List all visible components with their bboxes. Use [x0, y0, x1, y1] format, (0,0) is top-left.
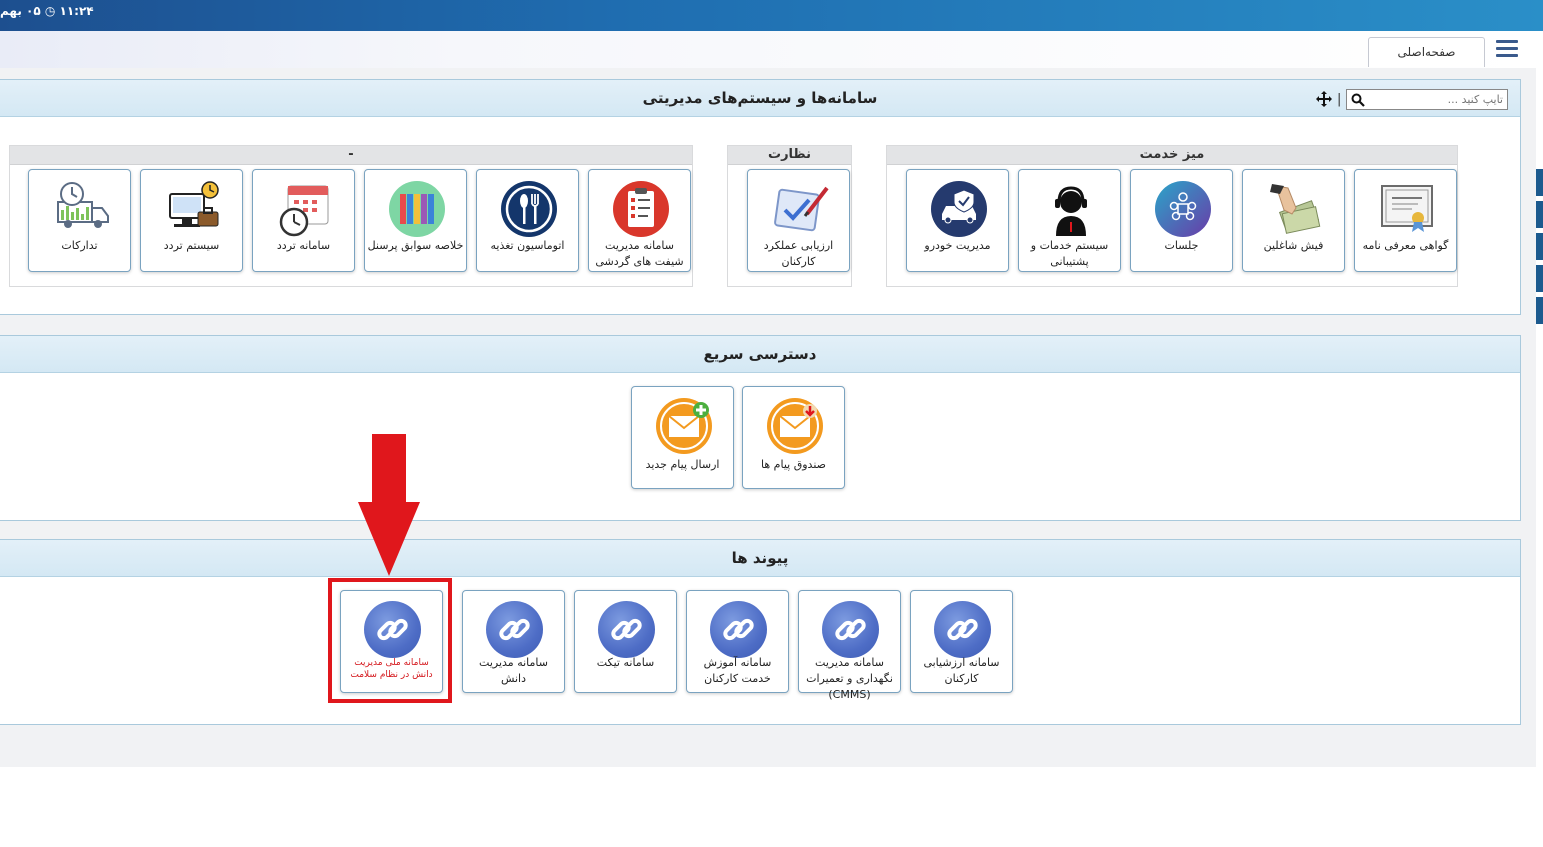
search-box[interactable]	[1346, 89, 1508, 110]
meeting-icon	[1155, 181, 1211, 237]
tile-label: سیستم خدمات و پشتیبانی	[1030, 239, 1109, 268]
tile-label: سیستم تردد	[163, 239, 220, 252]
tile-performance[interactable]: ارزیابی عملکرد کارکنان	[747, 169, 850, 272]
clipboard-icon	[613, 181, 669, 237]
new-mail-icon	[656, 398, 712, 454]
tile-label: جلسات	[1164, 239, 1199, 252]
tab-home[interactable]: صفحه‌اصلی	[1368, 37, 1485, 67]
side-tab[interactable]	[1536, 169, 1543, 196]
links-title: پیوند ها	[0, 540, 1520, 577]
binders-icon	[389, 181, 445, 237]
side-tab[interactable]	[1536, 297, 1543, 324]
highlight-box	[328, 578, 452, 703]
car-shield-icon	[931, 181, 987, 237]
tile-vehicle[interactable]: مدیریت خودرو	[906, 169, 1009, 272]
clock-text: ۱۱:۲۴ ◷ ۰۵ بهم	[0, 4, 94, 18]
tile-label: ارزیابی عملکرد کارکنان	[763, 239, 834, 268]
tile-link-evaluation[interactable]: سامانه ارزشیابی کارکنان	[910, 590, 1013, 693]
tile-traffic[interactable]: سیستم تردد	[140, 169, 243, 272]
tile-label: گواهی معرفی نامه	[1362, 239, 1449, 252]
link-chain-icon	[822, 601, 879, 658]
systems-panel-title: سامانه‌ها و سیستم‌های مدیریتی	[0, 80, 1520, 117]
tile-label: سامانه تردد	[276, 239, 331, 252]
certificate-icon	[1381, 185, 1433, 232]
tile-label: سامانه آموزش خدمت کارکنان	[703, 656, 772, 685]
tile-inbox[interactable]: صندوق پیام ها	[742, 386, 845, 489]
link-chain-icon	[486, 601, 543, 658]
separator: |	[1337, 92, 1342, 107]
checklist-pen-icon	[774, 186, 829, 232]
inbox-mail-icon	[767, 398, 823, 454]
tile-link-cmms[interactable]: سامانه مدیریت نگهداری و تعمیرات (CMMS)	[798, 590, 901, 701]
tile-label: خلاصه سوابق پرسنل	[367, 239, 464, 252]
cutlery-icon	[501, 181, 557, 237]
tile-meetings[interactable]: جلسات	[1130, 169, 1233, 272]
tile-certificate[interactable]: گواهی معرفی نامه	[1354, 169, 1457, 272]
move-icon[interactable]	[1316, 91, 1332, 107]
tile-link-ticket[interactable]: سامانه تیکت	[574, 590, 677, 693]
delivery-truck-icon	[57, 182, 109, 228]
tile-link-training[interactable]: سامانه آموزش خدمت کارکنان	[686, 590, 789, 693]
quick-access-title: دسترسی سریع	[0, 336, 1520, 373]
tile-label: سامانه تیکت	[596, 656, 655, 669]
support-agent-icon	[1042, 180, 1100, 238]
group-title: -	[10, 146, 692, 165]
red-arrow-icon	[358, 434, 420, 576]
group-title: نظارت	[728, 146, 851, 165]
top-bar: ۱۱:۲۴ ◷ ۰۵ بهم	[0, 0, 1543, 31]
tile-payslip[interactable]: فیش شاغلین	[1242, 169, 1345, 272]
link-chain-icon	[934, 601, 991, 658]
search-icon[interactable]	[1351, 93, 1365, 107]
link-chain-icon	[710, 601, 767, 658]
tile-procurement[interactable]: تدارکات	[28, 169, 131, 272]
tile-label: اتوماسیون تغذیه	[490, 239, 565, 252]
tile-new-message[interactable]: ارسال پیام جدید	[631, 386, 734, 489]
group-title: میز خدمت	[887, 146, 1457, 165]
tile-support[interactable]: سیستم خدمات و پشتیبانی	[1018, 169, 1121, 272]
tile-label: سامانه مدیریت نگهداری و تعمیرات (CMMS)	[806, 656, 893, 701]
tile-attendance[interactable]: سامانه تردد	[252, 169, 355, 272]
tile-label: ارسال پیام جدید	[645, 458, 720, 471]
search-input[interactable]	[1369, 90, 1507, 109]
calendar-clock-icon	[279, 185, 329, 237]
link-chain-icon	[598, 601, 655, 658]
tile-label: سامانه مدیریت شیفت های گردشی	[595, 239, 684, 268]
tile-shift[interactable]: سامانه مدیریت شیفت های گردشی	[588, 169, 691, 272]
tile-link-knowledge[interactable]: سامانه مدیریت دانش	[462, 590, 565, 693]
tile-label: صندوق پیام ها	[761, 458, 826, 471]
tile-label: مدیریت خودرو	[924, 239, 991, 252]
tile-label: سامانه ارزشیابی کارکنان	[923, 656, 1000, 685]
tile-food[interactable]: اتوماسیون تغذیه	[476, 169, 579, 272]
tab-bar	[0, 31, 1536, 68]
side-tab[interactable]	[1536, 201, 1543, 228]
cash-hand-icon	[1270, 184, 1321, 234]
hamburger-menu-icon[interactable]	[1496, 40, 1518, 60]
tile-label: تدارکات	[61, 239, 98, 252]
tile-label: فیش شاغلین	[1263, 239, 1324, 252]
side-tab[interactable]	[1536, 265, 1543, 292]
tile-personnel[interactable]: خلاصه سوابق پرسنل	[364, 169, 467, 272]
computer-bag-icon	[169, 181, 219, 227]
tile-label: سامانه مدیریت دانش	[479, 656, 548, 685]
side-tab[interactable]	[1536, 233, 1543, 260]
